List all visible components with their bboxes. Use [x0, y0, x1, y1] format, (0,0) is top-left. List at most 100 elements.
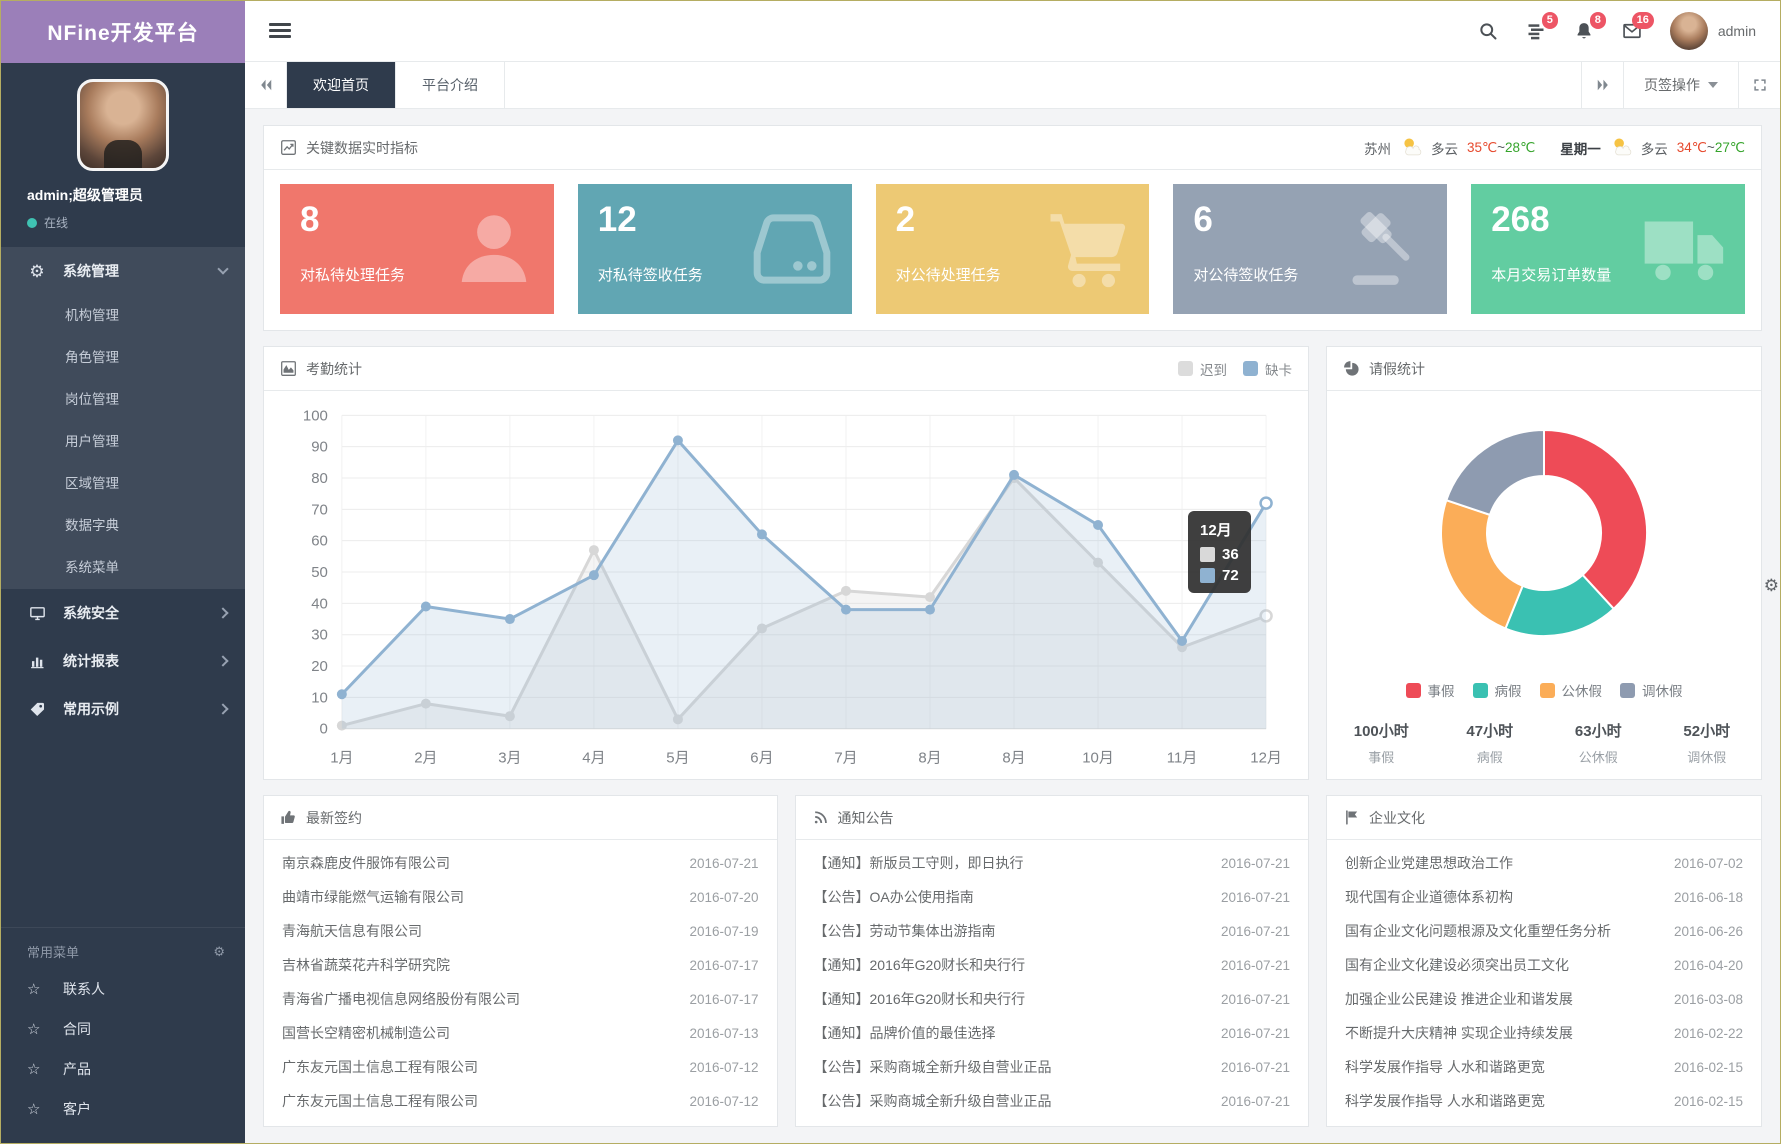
stat-card[interactable]: 268本月交易订单数量: [1471, 184, 1745, 314]
list-item[interactable]: 【通知】品牌价值的最佳选择2016-07-21: [796, 1016, 1309, 1050]
leave-stat-value: 47小时: [1436, 720, 1545, 741]
panel-header: 最新签约: [264, 796, 777, 840]
list-item[interactable]: 广东友元国土信息工程有限公司2016-07-12: [264, 1050, 777, 1084]
favorite-item[interactable]: ☆联系人: [1, 969, 245, 1009]
kpi-title: 关键数据实时指标: [306, 138, 418, 158]
legend-item[interactable]: 病假: [1473, 680, 1522, 700]
sidebar-subitem[interactable]: 区域管理: [1, 463, 245, 505]
favorite-item[interactable]: ☆合同: [1, 1009, 245, 1049]
chevron-right-icon: [217, 655, 228, 666]
favorite-item[interactable]: ☆产品: [1, 1049, 245, 1089]
sidebar-item[interactable]: ⚙系统管理: [1, 247, 245, 295]
tasks-icon[interactable]: 5: [1526, 21, 1546, 41]
sidebar: NFine开发平台 admin;超级管理员 在线 ⚙系统管理机构管理角色管理岗位…: [1, 1, 245, 1143]
list-item[interactable]: 【公告】采购商城全新升级自营业正品2016-07-21: [796, 1050, 1309, 1084]
sidebar-item[interactable]: 系统安全: [1, 589, 245, 637]
list-item[interactable]: 【公告】OA办公使用指南2016-07-21: [796, 880, 1309, 914]
list-item[interactable]: 青海航天信息有限公司2016-07-19: [264, 914, 777, 948]
tooltip-row: 72: [1200, 567, 1239, 584]
panel-title: 企业文化: [1369, 808, 1425, 828]
list-item[interactable]: 曲靖市绿能燃气运输有限公司2016-07-20: [264, 880, 777, 914]
sidebar-item[interactable]: 常用示例: [1, 685, 245, 733]
sidebar-subitem[interactable]: 角色管理: [1, 337, 245, 379]
donut-slice[interactable]: [1441, 500, 1523, 628]
gear-icon[interactable]: ⚙: [213, 944, 225, 960]
weather-widget: 苏州 多云 35℃~28℃ 星期一 多云 34℃~27℃: [1364, 135, 1745, 160]
list-item-text: 吉林省蔬菜花卉科学研究院: [282, 955, 450, 975]
stat-card[interactable]: 8对私待处理任务: [280, 184, 554, 314]
sidebar-subitem[interactable]: 系统菜单: [1, 547, 245, 589]
svg-text:50: 50: [311, 564, 328, 581]
app-window: NFine开发平台 admin;超级管理员 在线 ⚙系统管理机构管理角色管理岗位…: [0, 0, 1781, 1144]
favorites-section-title: 常用菜单: [27, 942, 79, 961]
list-item[interactable]: 【公告】采购商城全新升级自营业正品2016-07-21: [796, 1084, 1309, 1118]
legend-item[interactable]: 调休假: [1620, 680, 1683, 700]
list-item-text: 国有企业文化问题根源及文化重塑任务分析: [1345, 921, 1611, 941]
fullscreen-icon[interactable]: [1738, 62, 1780, 108]
menu-icon[interactable]: [269, 20, 291, 41]
tab-ops-dropdown[interactable]: 页签操作: [1623, 62, 1738, 108]
leave-stat: 52小时调休假: [1653, 720, 1762, 766]
tabs-scroll-right-button[interactable]: [1581, 62, 1623, 108]
list-item[interactable]: 【公告】劳动节集体出游指南2016-07-21: [796, 914, 1309, 948]
legend-item[interactable]: 缺卡: [1243, 359, 1292, 379]
tabs-scroll-left-button[interactable]: [245, 62, 287, 108]
donut-slice[interactable]: [1544, 430, 1647, 609]
donut-slice[interactable]: [1446, 430, 1544, 515]
list-item[interactable]: 广东友元国土信息工程有限公司2016-07-12: [264, 1084, 777, 1118]
sidebar-subitem[interactable]: 数据字典: [1, 505, 245, 547]
sidebar-item[interactable]: 统计报表: [1, 637, 245, 685]
stat-card[interactable]: 12对私待签收任务: [578, 184, 852, 314]
settings-gear-icon[interactable]: ⚙: [1764, 576, 1779, 596]
tab[interactable]: 欢迎首页: [287, 62, 396, 108]
sidebar-subitem[interactable]: 用户管理: [1, 421, 245, 463]
list-item-date: 2016-07-21: [689, 856, 758, 871]
legend-item[interactable]: 公休假: [1540, 680, 1603, 700]
weather-low-2: 27℃: [1715, 140, 1745, 155]
svg-text:11月: 11月: [1167, 750, 1198, 767]
user-avatar[interactable]: [77, 79, 169, 171]
list-item[interactable]: 南京森鹿皮件服饰有限公司2016-07-21: [264, 846, 777, 880]
list-item[interactable]: 【通知】2016年G20财长和央行行2016-07-21: [796, 948, 1309, 982]
list-item[interactable]: 创新企业党建思想政治工作2016-07-02: [1327, 846, 1761, 880]
list-item[interactable]: 国有企业文化问题根源及文化重塑任务分析2016-06-26: [1327, 914, 1761, 948]
svg-text:8月: 8月: [1002, 750, 1025, 767]
legend-item[interactable]: 迟到: [1178, 359, 1227, 379]
legend-swatch: [1620, 683, 1635, 698]
list-item-date: 2016-02-22: [1674, 1026, 1743, 1041]
user-name: admin;超级管理员: [27, 185, 219, 205]
navbar-user[interactable]: admin: [1670, 12, 1756, 50]
tab[interactable]: 平台介绍: [396, 62, 505, 108]
leave-stat: 100小时事假: [1327, 720, 1436, 766]
list-item[interactable]: 加强企业公民建设 推进企业和谐发展2016-03-08: [1327, 982, 1761, 1016]
list-item[interactable]: 【通知】新版员工守则，即日执行2016-07-21: [796, 846, 1309, 880]
list-item[interactable]: 【通知】2016年G20财长和央行行2016-07-21: [796, 982, 1309, 1016]
list-item[interactable]: 国有企业文化建设必须突出员工文化2016-04-20: [1327, 948, 1761, 982]
list-item[interactable]: 科学发展作指导 人水和谐路更宽2016-02-15: [1327, 1084, 1761, 1118]
svg-text:90: 90: [311, 439, 328, 456]
list-item[interactable]: 青海省广播电视信息网络股份有限公司2016-07-17: [264, 982, 777, 1016]
leave-donut-chart[interactable]: [1424, 413, 1664, 658]
list-item[interactable]: 国营长空精密机械制造公司2016-07-13: [264, 1016, 777, 1050]
list-item[interactable]: 科学发展作指导 人水和谐路更宽2016-02-15: [1327, 1050, 1761, 1084]
search-icon[interactable]: [1478, 21, 1498, 41]
list-item[interactable]: 吉林省蔬菜花卉科学研究院2016-07-17: [264, 948, 777, 982]
list-item[interactable]: 不断提升大庆精神 实现企业持续发展2016-02-22: [1327, 1016, 1761, 1050]
list-item-date: 2016-07-21: [1221, 856, 1290, 871]
bell-icon[interactable]: 8: [1574, 21, 1594, 41]
favorite-item[interactable]: ☆客户: [1, 1089, 245, 1129]
list-item[interactable]: 现代国有企业道德体系初构2016-06-18: [1327, 880, 1761, 914]
mail-icon[interactable]: 16: [1622, 21, 1642, 41]
legend-swatch: [1178, 361, 1193, 376]
star-icon: ☆: [27, 1060, 47, 1078]
list-item-text: 【通知】2016年G20财长和央行行: [814, 989, 1026, 1009]
svg-text:60: 60: [311, 533, 328, 550]
sidebar-subitem[interactable]: 岗位管理: [1, 379, 245, 421]
list-item-date: 2016-07-21: [1221, 1094, 1290, 1109]
attendance-chart[interactable]: 01020304050607080901001月2月3月4月5月6月7月8月8月…: [264, 391, 1308, 779]
leave-stats: 100小时事假47小时病假63小时公休假52小时调休假: [1327, 720, 1761, 766]
sidebar-subitem[interactable]: 机构管理: [1, 295, 245, 337]
stat-card[interactable]: 6对公待签收任务: [1173, 184, 1447, 314]
legend-item[interactable]: 事假: [1406, 680, 1455, 700]
stat-card[interactable]: 2对公待处理任务: [876, 184, 1150, 314]
